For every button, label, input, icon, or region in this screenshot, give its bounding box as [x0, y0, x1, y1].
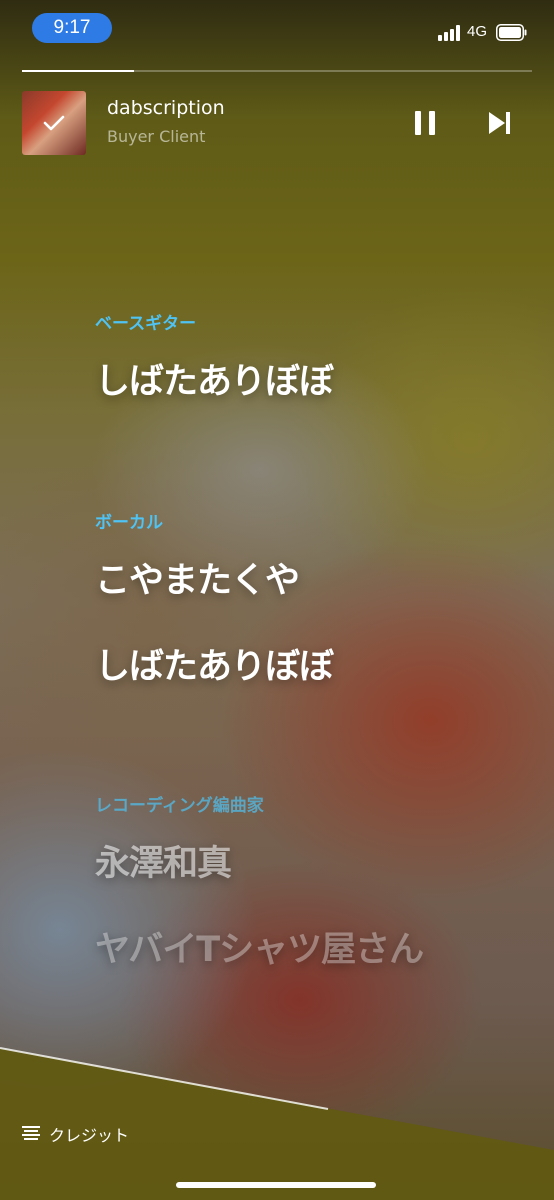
credit-role-vocal: ボーカル [95, 513, 163, 533]
track-artist[interactable]: Buyer Client [107, 127, 205, 146]
credit-role-bass: ベースギター [95, 314, 197, 334]
credit-person[interactable]: しばたありぼぼ [95, 638, 334, 689]
skip-next-button[interactable] [484, 107, 516, 139]
lines-list-icon [22, 1126, 40, 1140]
track-title[interactable]: dabscription [107, 97, 225, 119]
playback-progress-bar[interactable] [22, 70, 532, 72]
credits-tab[interactable]: クレジット [22, 1122, 129, 1146]
status-time[interactable]: 9:17 [32, 13, 112, 43]
credit-role-recording-arranger: レコーディング編曲家 [95, 796, 264, 816]
network-type: 4G [467, 23, 488, 40]
credit-person[interactable]: こやまたくや [95, 552, 300, 603]
checkmark-icon [43, 115, 65, 131]
pause-icon [415, 111, 435, 135]
credits-tab-label: クレジット [49, 1126, 130, 1145]
playback-progress-fill [22, 70, 135, 72]
cellular-signal-icon [438, 25, 464, 41]
pause-button[interactable] [410, 107, 442, 139]
credit-person[interactable]: しばたありぼぼ [95, 353, 334, 404]
skip-next-icon [489, 112, 510, 134]
album-artwork[interactable] [22, 91, 86, 155]
credit-person[interactable]: ヤバイTシャツ屋さん [95, 921, 424, 972]
battery-icon [496, 24, 527, 41]
status-bar: 9:17 4G [0, 0, 554, 56]
credit-person[interactable]: 永澤和真 [95, 835, 232, 886]
home-indicator[interactable] [176, 1182, 376, 1188]
